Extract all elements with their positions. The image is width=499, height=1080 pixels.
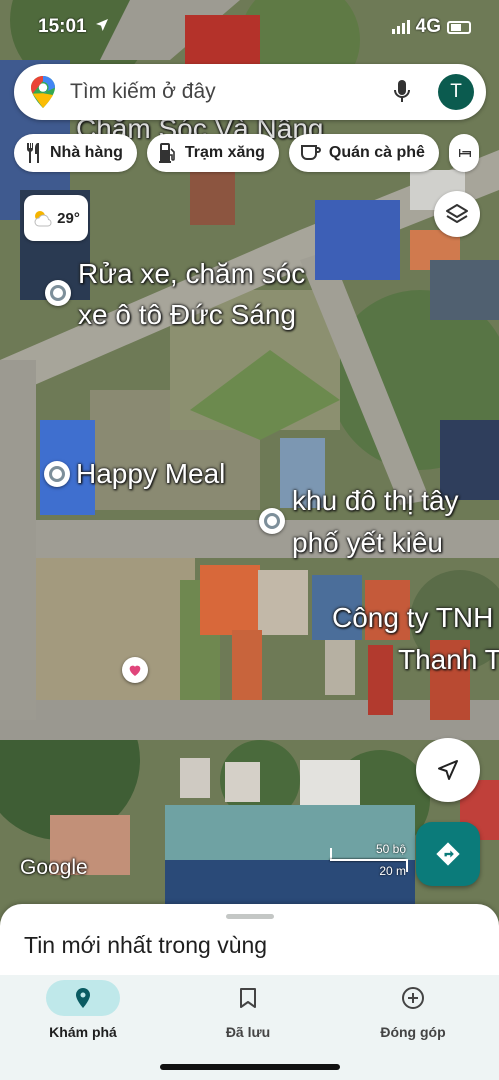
microphone-icon[interactable] [390, 77, 414, 107]
bookmark-icon [240, 988, 256, 1008]
search-input[interactable]: Tìm kiếm ở đây [70, 80, 390, 104]
account-avatar[interactable]: T [438, 74, 474, 110]
chip-more[interactable] [448, 134, 479, 172]
chip-restaurants[interactable]: Nhà hàng [14, 134, 137, 172]
google-maps-logo-icon [31, 76, 55, 108]
chip-label: Nhà hàng [50, 144, 123, 161]
add-circle-icon [402, 987, 424, 1009]
map-label-company-2[interactable]: Thanh T [398, 643, 499, 677]
network-type: 4G [415, 16, 441, 37]
map-label-urban-2[interactable]: phố yết kiêu [292, 526, 443, 560]
map-label-car-wash-1[interactable]: Rửa xe, chăm sóc [78, 257, 305, 291]
sheet-drag-handle[interactable] [226, 914, 274, 919]
map-label-urban-1[interactable]: khu đô thị tây [292, 484, 459, 518]
place-pin-car-wash[interactable] [45, 280, 71, 306]
nav-contribute[interactable]: Đóng góp [348, 980, 478, 1040]
nav-explore[interactable]: Khám phá [18, 980, 148, 1040]
nav-label: Đã lưu [225, 1024, 271, 1040]
layers-button[interactable] [434, 191, 480, 237]
hotel-bed-icon [458, 149, 471, 157]
map-label-company-1[interactable]: Công ty TNH [332, 601, 493, 635]
chip-label: Trạm xăng [184, 144, 265, 161]
my-location-button[interactable] [416, 738, 480, 802]
sheet-title: Tin mới nhất trong vùng [24, 932, 268, 958]
scale-feet: 50 bộ [375, 842, 406, 856]
map-scale: 50 bộ 20 m [330, 842, 408, 878]
chip-gas-stations[interactable]: Trạm xăng [146, 134, 279, 172]
map-label-happy-meal[interactable]: Happy Meal [76, 457, 225, 491]
chip-label: Quán cà phê [328, 144, 425, 161]
home-indicator[interactable] [160, 1064, 340, 1070]
location-arrow-icon [94, 17, 110, 39]
partly-cloudy-icon [34, 211, 52, 227]
google-attribution: Google [20, 856, 88, 879]
status-time: 15:01 [38, 16, 87, 37]
weather-badge[interactable]: 29° [24, 195, 88, 241]
directions-button[interactable] [416, 822, 480, 886]
place-pin-urban-area[interactable] [259, 508, 285, 534]
directions-icon [436, 842, 460, 866]
fork-knife-icon [27, 143, 39, 163]
layers-icon [446, 204, 468, 223]
battery-icon [447, 20, 471, 34]
nav-label: Khám phá [49, 1024, 117, 1040]
heart-pin-icon[interactable] [122, 657, 148, 683]
chip-coffee[interactable]: Quán cà phê [288, 134, 439, 172]
explore-pin-icon [76, 988, 90, 1008]
signal-icon [391, 20, 410, 34]
nav-saved[interactable]: Đã lưu [183, 980, 313, 1040]
navigation-arrow-icon [438, 760, 458, 780]
scale-meters: 20 m [379, 864, 406, 878]
bottom-sheet[interactable]: Tin mới nhất trong vùng [0, 904, 499, 980]
place-pin-happy-meal[interactable] [44, 461, 70, 487]
weather-temp: 29° [57, 209, 80, 227]
category-chips: Nhà hàng Trạm xăng Quán cà phê [14, 134, 479, 172]
coffee-cup-icon [300, 145, 321, 160]
nav-label: Đóng góp [380, 1024, 446, 1040]
map-label-car-wash-2[interactable]: xe ô tô Đức Sáng [78, 298, 296, 332]
status-bar: 15:01 4G [0, 0, 499, 52]
gas-pump-icon [158, 143, 175, 163]
search-bar[interactable]: Tìm kiếm ở đây T [14, 64, 486, 120]
